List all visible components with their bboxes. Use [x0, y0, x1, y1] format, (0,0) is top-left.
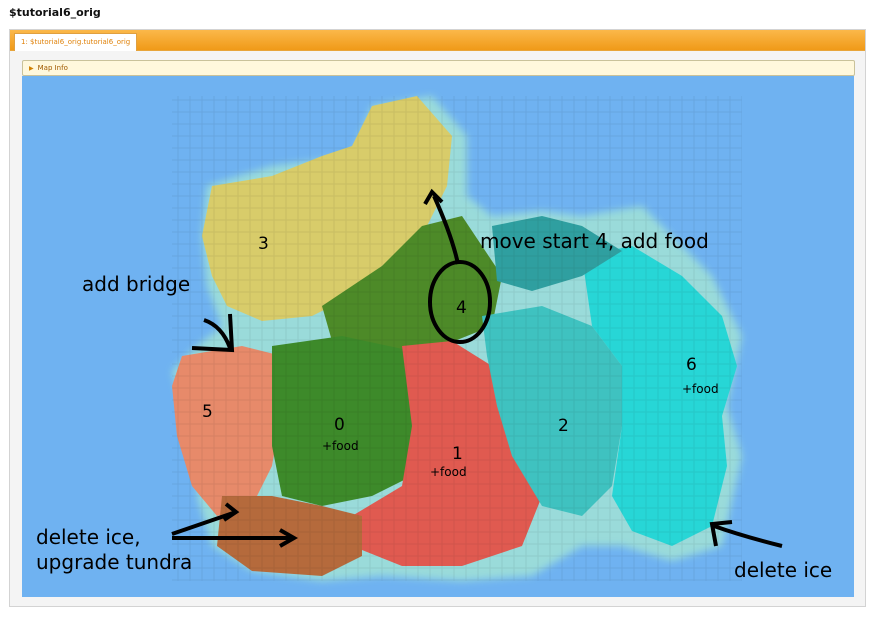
start-note-0: +food [322, 439, 359, 453]
map-canvas [171, 96, 783, 581]
start-number-5: 5 [202, 402, 213, 422]
start-number-1: 1 [452, 444, 463, 464]
start-number-0: 0 [334, 415, 345, 435]
annotation-delete-ice-upgrade-tundra: delete ice, upgrade tundra [36, 525, 193, 574]
window-title: $tutorial6_orig [9, 6, 101, 19]
start-note-6: +food [682, 382, 719, 396]
map-view[interactable]: move start 4, add food add bridge delete… [22, 76, 854, 597]
territory-0 [272, 336, 422, 506]
annotation-add-bridge: add bridge [82, 272, 191, 296]
start-number-3: 3 [258, 234, 269, 254]
tab-bar: 1: $tutorial6_orig.tutorial6_orig [10, 30, 865, 51]
start-number-4: 4 [456, 298, 467, 318]
annotation-move-start: move start 4, add food [480, 229, 709, 253]
start-number-2: 2 [558, 416, 569, 436]
map-info-label: Map Info [37, 64, 68, 72]
start-number-6: 6 [686, 355, 697, 375]
map-info-header[interactable]: ▶ Map Info [22, 60, 855, 76]
tab-map-file[interactable]: 1: $tutorial6_orig.tutorial6_orig [14, 33, 138, 51]
annotation-delete-ice: delete ice [734, 558, 833, 582]
triangle-right-icon: ▶ [29, 65, 34, 72]
start-note-1: +food [430, 465, 467, 479]
